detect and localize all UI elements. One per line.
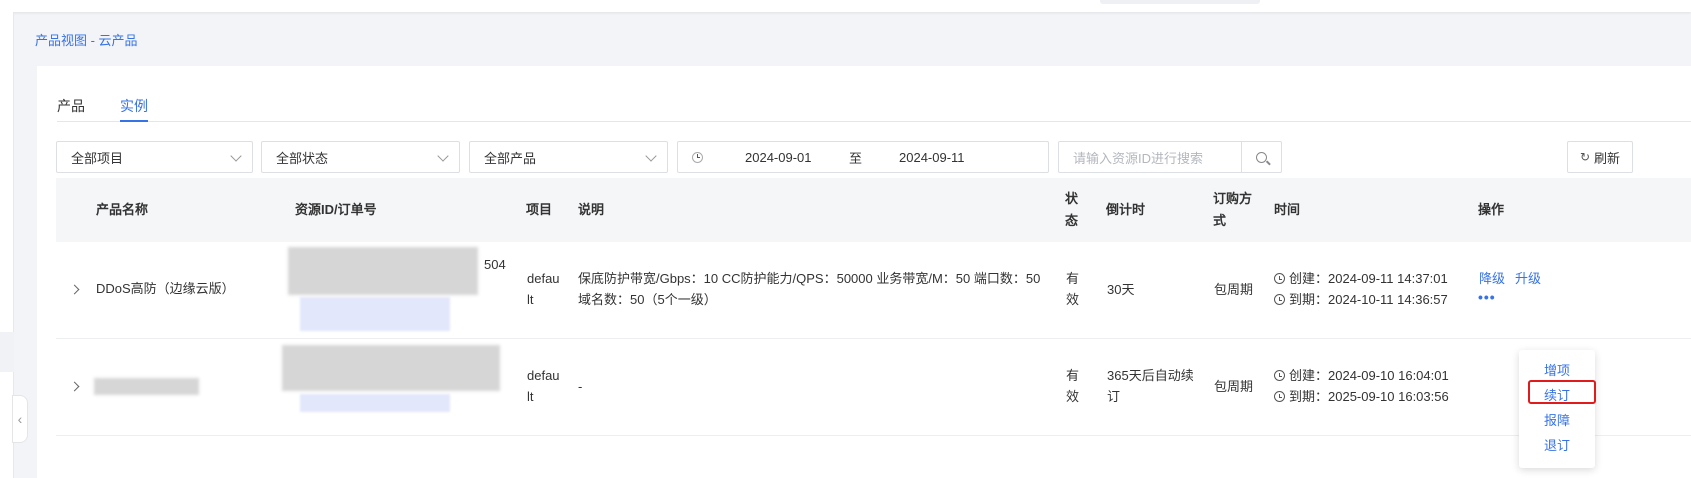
table-row: DDoS高防（边缘云版） 504 defau lt 保底防护带宽/Gbps：10… — [56, 242, 1691, 339]
highlight-box — [1528, 380, 1596, 404]
col-order-line1: 订购方 — [1213, 191, 1253, 206]
expire-time: 到期：2024-10-11 14:36:57 — [1289, 292, 1448, 307]
content-card: 产品 实例 全部项目 全部状态 全部产品 2024-09-01 至 2024-0… — [37, 66, 1691, 478]
resource-id-suffix: 504 — [484, 257, 506, 272]
expand-row-icon[interactable] — [69, 381, 80, 392]
col-order-line2: 式 — [1213, 213, 1227, 228]
product-select-value: 全部产品 — [484, 150, 537, 166]
clock-icon — [1274, 273, 1285, 284]
date-separator: 至 — [849, 150, 863, 166]
status-value: 有 效 — [1066, 365, 1079, 407]
col-description: 说明 — [578, 202, 605, 217]
redacted-resource-id — [282, 345, 500, 391]
product-name: DDoS高防（边缘云版） — [96, 281, 235, 296]
status-select-value: 全部状态 — [276, 150, 329, 166]
resource-search-field[interactable]: 请输入资源ID进行搜索 — [1058, 141, 1282, 173]
countdown-line1: 365天后自动续 — [1107, 368, 1194, 383]
top-navbar — [0, 0, 1691, 12]
project-value: defau lt — [527, 365, 560, 407]
order-type: 包周期 — [1214, 379, 1254, 394]
expire-time: 到期：2025-09-10 16:03:56 — [1289, 389, 1449, 404]
project-select-value: 全部项目 — [71, 150, 124, 166]
col-project: 项目 — [526, 202, 553, 217]
clock-icon — [692, 151, 703, 163]
table-header: 产品名称 资源ID/订单号 项目 说明 状 态 倒计时 订购方 式 时间 操作 — [56, 178, 1691, 242]
status-select[interactable]: 全部状态 — [261, 141, 460, 173]
topbar-element — [1100, 0, 1260, 4]
collapse-sidebar-button[interactable]: ‹ — [12, 395, 28, 443]
col-time: 时间 — [1274, 202, 1301, 217]
project-line2: lt — [527, 292, 534, 307]
clock-icon — [1274, 294, 1285, 305]
chevron-down-icon — [437, 150, 449, 162]
refresh-button[interactable]: ↻ 刷新 — [1567, 141, 1633, 173]
status-line2: 效 — [1066, 292, 1080, 307]
refresh-icon: ↻ — [1579, 150, 1591, 164]
time-info: 创建：2024-09-10 16:04:01 到期：2025-09-10 16:… — [1274, 365, 1449, 407]
col-order-type: 订购方 式 — [1213, 188, 1252, 232]
upgrade-link[interactable]: 升级 — [1515, 268, 1541, 289]
status-line1: 有 — [1066, 271, 1080, 286]
refresh-label: 刷新 — [1594, 150, 1621, 166]
project-line1: defau — [527, 368, 560, 383]
col-resource-id: 资源ID/订单号 — [295, 202, 377, 217]
project-line1: defau — [527, 271, 560, 286]
col-status-line2: 态 — [1065, 213, 1079, 228]
redacted-order-link — [300, 394, 450, 412]
description-line1: 保底防护带宽/Gbps：10 CC防护能力/QPS：50000 业务带宽/M：5… — [578, 271, 1041, 286]
more-actions-icon[interactable]: ••• — [1478, 289, 1496, 305]
description-line2: 域名数：50（5个一级） — [578, 292, 717, 307]
project-line2: lt — [527, 389, 534, 404]
status-line2: 效 — [1066, 389, 1080, 404]
created-time: 创建：2024-09-10 16:04:01 — [1289, 368, 1449, 383]
status-line1: 有 — [1066, 368, 1080, 383]
time-info: 创建：2024-09-11 14:37:01 到期：2024-10-11 14:… — [1274, 268, 1448, 310]
search-icon — [1256, 151, 1267, 163]
date-end[interactable]: 2024-09-11 — [899, 150, 965, 165]
chevron-down-icon — [230, 150, 242, 162]
created-time: 创建：2024-09-11 14:37:01 — [1289, 271, 1448, 286]
search-button[interactable] — [1241, 142, 1281, 172]
countdown-value: 365天后自动续 订 — [1107, 365, 1194, 407]
redacted-order-link — [300, 297, 450, 331]
col-actions: 操作 — [1478, 202, 1505, 217]
menu-item-add[interactable]: 增项 — [1519, 360, 1595, 379]
clock-icon — [1274, 391, 1285, 402]
redacted-product-name — [94, 378, 199, 395]
redacted-resource-id — [288, 247, 478, 295]
downgrade-link[interactable]: 降级 — [1479, 268, 1505, 289]
col-product-name: 产品名称 — [96, 202, 149, 217]
chevron-left-icon: ‹ — [17, 411, 23, 427]
menu-item-unsubscribe[interactable]: 退订 — [1519, 435, 1595, 454]
status-value: 有 效 — [1066, 268, 1079, 310]
breadcrumb[interactable]: 产品视图 - 云产品 — [35, 30, 138, 49]
tab-product[interactable]: 产品 — [57, 96, 85, 122]
description: - — [578, 379, 583, 394]
countdown-value: 30天 — [1107, 282, 1135, 297]
col-countdown: 倒计时 — [1106, 202, 1146, 217]
date-range-picker[interactable]: 2024-09-01 至 2024-09-11 — [677, 141, 1049, 173]
order-type: 包周期 — [1214, 282, 1254, 297]
tab-bar: 产品 实例 — [57, 96, 1691, 122]
tab-instance[interactable]: 实例 — [120, 96, 148, 122]
clock-icon — [1274, 370, 1285, 381]
chevron-down-icon — [645, 150, 657, 162]
menu-item-report-fault[interactable]: 报障 — [1519, 410, 1595, 429]
project-select[interactable]: 全部项目 — [56, 141, 253, 173]
date-start[interactable]: 2024-09-01 — [745, 150, 812, 165]
sidebar-marker — [0, 332, 14, 372]
product-select[interactable]: 全部产品 — [469, 141, 668, 173]
expand-row-icon[interactable] — [69, 284, 80, 295]
col-status: 状 态 — [1065, 188, 1078, 232]
description: 保底防护带宽/Gbps：10 CC防护能力/QPS：50000 业务带宽/M：5… — [578, 268, 1040, 310]
project-value: defau lt — [527, 268, 560, 310]
countdown-line2: 订 — [1107, 389, 1121, 404]
search-placeholder: 请输入资源ID进行搜索 — [1073, 150, 1204, 166]
table-row: defau lt - 有 效 365天后自动续 订 包周期 创建：2024-09… — [56, 339, 1691, 436]
col-status-line1: 状 — [1065, 191, 1079, 206]
more-actions-dropdown: 增项 续订 报障 退订 — [1519, 350, 1595, 468]
